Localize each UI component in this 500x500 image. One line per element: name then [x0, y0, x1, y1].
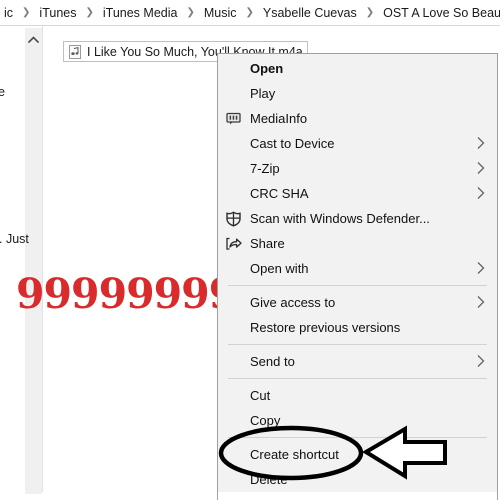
menu-item-crc-sha[interactable]: CRC SHA: [218, 181, 497, 206]
menu-item-label: Open with: [250, 261, 309, 276]
chevron-right-icon: [477, 261, 485, 276]
breadcrumb-item-5[interactable]: OST A Love So Beautiful: [379, 6, 500, 20]
breadcrumb-separator-icon: ❯: [245, 6, 254, 18]
menu-item-7-zip[interactable]: 7-Zip: [218, 156, 497, 181]
chevron-up-icon[interactable]: [25, 32, 42, 46]
menu-item-play[interactable]: Play: [218, 81, 497, 106]
menu-item-label: Play: [250, 86, 276, 101]
menu-item-restore-previous-versions[interactable]: Restore previous versions: [218, 315, 497, 340]
breadcrumb-separator-icon: ❯: [85, 6, 94, 18]
menu-item-send-to[interactable]: Send to: [218, 349, 497, 374]
chevron-right-icon: [477, 136, 485, 151]
menu-item-label: Give access to: [250, 295, 336, 310]
menu-item-open[interactable]: Open: [218, 56, 497, 81]
chevron-right-icon: [477, 186, 485, 201]
breadcrumb-item-1[interactable]: iTunes: [35, 6, 80, 20]
menu-item-label: Copy: [250, 413, 281, 428]
breadcrumb-item-0[interactable]: ic: [0, 6, 17, 20]
menu-item-label: Send to: [250, 354, 295, 369]
menu-item-label: Scan with Windows Defender...: [250, 211, 430, 226]
menu-item-label: MediaInfo: [250, 111, 308, 126]
menu-item-label: Create shortcut: [250, 447, 339, 462]
menu-item-label: Delete: [250, 472, 288, 487]
menu-separator: [228, 378, 487, 379]
scrollbar-track-bottom[interactable]: [25, 466, 42, 494]
pane-divider-line: [42, 26, 43, 492]
vertical-scrollbar[interactable]: [25, 28, 42, 494]
menu-item-label: Open: [250, 61, 284, 76]
menu-item-cut[interactable]: Cut: [218, 383, 497, 408]
clipped-text-fragment: . Just: [0, 232, 29, 246]
menu-item-mediainfo[interactable]: MediaInfo: [218, 106, 497, 131]
screenshot-root: ic ❯ iTunes ❯ iTunes Media ❯ Music ❯ Ysa…: [0, 0, 500, 500]
breadcrumb-item-4[interactable]: Ysabelle Cuevas: [259, 6, 361, 20]
breadcrumb-separator-icon: ❯: [22, 6, 31, 18]
music-file-icon: [67, 44, 83, 60]
mediainfo-icon: [225, 110, 242, 127]
menu-item-label: Cut: [250, 388, 271, 403]
menu-item-rename[interactable]: Rename: [218, 492, 497, 500]
chevron-right-icon: [477, 295, 485, 310]
menu-item-label: Restore previous versions: [250, 320, 401, 335]
menu-item-copy[interactable]: Copy: [218, 408, 497, 433]
scrollbar-thumb[interactable]: [25, 28, 42, 478]
chevron-right-icon: [477, 354, 485, 369]
menu-item-open-with[interactable]: Open with: [218, 256, 497, 281]
breadcrumb-separator-icon: ❯: [365, 6, 375, 18]
menu-separator: [228, 285, 487, 286]
breadcrumb-item-3[interactable]: Music: [200, 6, 241, 20]
clipped-text-fragment: e: [0, 85, 5, 99]
context-menu[interactable]: Open Play MediaInfo Cast to Device 7-Zip…: [217, 53, 498, 500]
menu-item-give-access-to[interactable]: Give access to: [218, 290, 497, 315]
chevron-right-icon: [477, 161, 485, 176]
share-icon: [225, 235, 242, 252]
menu-item-scan-with-windows-defender[interactable]: Scan with Windows Defender...: [218, 206, 497, 231]
menu-item-create-shortcut[interactable]: Create shortcut: [218, 442, 497, 467]
menu-item-share[interactable]: Share: [218, 231, 497, 256]
shield-icon: [225, 210, 242, 227]
menu-item-delete[interactable]: Delete: [218, 467, 497, 492]
menu-item-label: CRC SHA: [250, 186, 309, 201]
menu-separator: [228, 437, 487, 438]
menu-item-cast-to-device[interactable]: Cast to Device: [218, 131, 497, 156]
breadcrumb[interactable]: ic ❯ iTunes ❯ iTunes Media ❯ Music ❯ Ysa…: [0, 0, 500, 26]
menu-item-label: Cast to Device: [250, 136, 335, 151]
menu-separator: [228, 344, 487, 345]
breadcrumb-item-2[interactable]: iTunes Media: [99, 6, 182, 20]
menu-item-label: Share: [250, 236, 285, 251]
breadcrumb-separator-icon: ❯: [186, 6, 195, 18]
menu-item-label: 7-Zip: [250, 161, 280, 176]
